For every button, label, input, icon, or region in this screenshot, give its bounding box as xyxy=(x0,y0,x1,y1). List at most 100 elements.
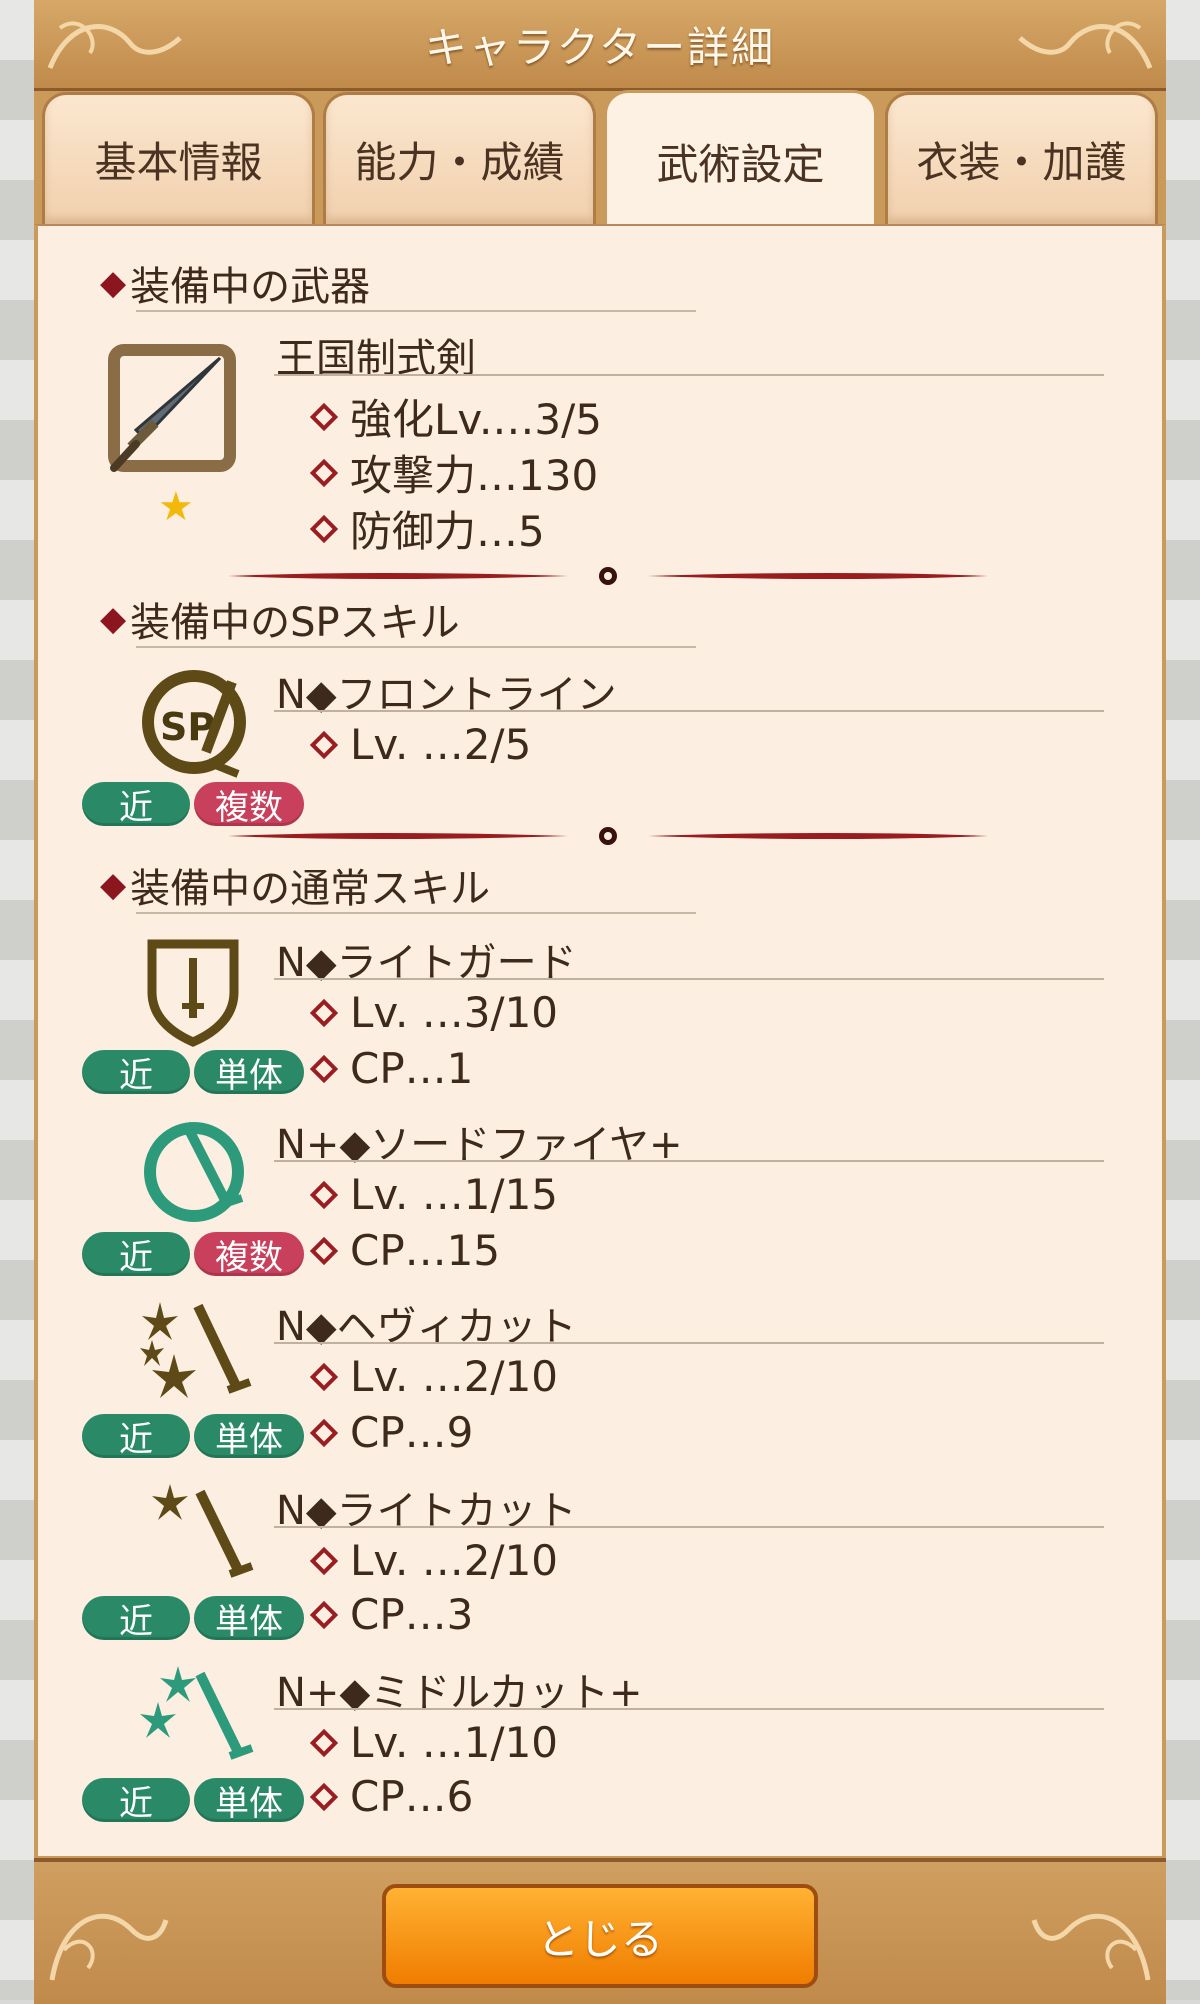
tab-martial-settings[interactable]: 武術設定 xyxy=(604,90,877,229)
stat-text: Lv. …3/10 xyxy=(350,988,559,1037)
outline-diamond-icon xyxy=(309,1180,339,1209)
skill-level: Lv. …2/10 xyxy=(309,1352,559,1401)
ornamental-divider xyxy=(228,827,988,845)
outline-diamond-icon xyxy=(309,730,339,759)
range-badge: 近 xyxy=(82,1232,190,1278)
right-ornament-background xyxy=(1160,0,1200,2000)
sword-spark-icon xyxy=(152,1484,254,1578)
item-underline xyxy=(274,1708,1104,1710)
stat-text: 防御力…5 xyxy=(350,507,545,556)
skill-icon-button[interactable] xyxy=(148,1480,258,1594)
outline-diamond-icon xyxy=(309,1546,339,1575)
diamond-icon: ◆ xyxy=(100,599,127,639)
footer-bar: とじる xyxy=(34,1858,1166,2004)
section-underline xyxy=(136,310,696,312)
stat-text: Lv. …2/5 xyxy=(350,720,532,769)
range-badge: 近 xyxy=(82,782,190,828)
stat-text: 攻撃力…130 xyxy=(350,451,599,500)
skill-icon-button[interactable] xyxy=(138,932,248,1048)
stat-text: Lv. …1/10 xyxy=(350,1718,559,1767)
cp-text: CP…15 xyxy=(350,1226,501,1275)
sword-twin-spark-icon xyxy=(140,1666,254,1760)
corner-ornament-icon xyxy=(1018,21,1153,69)
section-title-text: 装備中のSPスキル xyxy=(130,600,460,646)
skill-cp: CP…9 xyxy=(309,1408,474,1457)
skill-cp: CP…1 xyxy=(309,1044,474,1093)
tab-ability-record[interactable]: 能力・成績 xyxy=(323,92,596,224)
skill-level: Lv. …1/15 xyxy=(309,1170,559,1219)
outline-diamond-icon xyxy=(309,1782,339,1811)
corner-ornament-icon xyxy=(47,21,182,69)
diamond-icon: ◆ xyxy=(100,263,127,303)
item-underline xyxy=(274,710,1104,712)
target-badge: 単体 xyxy=(194,1050,304,1096)
section-underline xyxy=(136,646,696,648)
range-badge: 近 xyxy=(82,1596,190,1642)
outline-diamond-icon xyxy=(309,458,339,487)
outline-diamond-icon xyxy=(309,1728,339,1757)
sp-skill-icon-button[interactable]: SP xyxy=(136,664,256,784)
item-underline xyxy=(274,1526,1104,1528)
cp-text: CP…3 xyxy=(350,1590,474,1639)
skill-level: Lv. …2/10 xyxy=(309,1536,559,1585)
section-underline xyxy=(136,912,696,914)
outline-diamond-icon xyxy=(309,1418,339,1447)
range-badge: 近 xyxy=(82,1414,190,1460)
skill-icon-button[interactable] xyxy=(134,1296,254,1412)
tab-basic-info[interactable]: 基本情報 xyxy=(42,92,315,224)
item-underline xyxy=(274,1342,1104,1344)
cp-text: CP…1 xyxy=(350,1044,474,1093)
shield-sword-icon xyxy=(147,939,239,1047)
weapon-stat-attack: 攻撃力…130 xyxy=(309,442,599,503)
target-badge: 単体 xyxy=(194,1414,304,1460)
outline-diamond-icon xyxy=(309,998,339,1027)
item-underline xyxy=(274,978,1104,980)
skill-icon-button[interactable] xyxy=(138,1662,258,1776)
target-badge: 単体 xyxy=(194,1778,304,1824)
sword-ring-icon xyxy=(144,1121,244,1222)
sword-icon xyxy=(108,344,236,472)
cp-text: CP…9 xyxy=(350,1408,474,1457)
outline-diamond-icon xyxy=(309,1236,339,1265)
skill-icon-button[interactable] xyxy=(138,1114,254,1230)
target-badge: 単体 xyxy=(194,1596,304,1642)
sp-skill-level: Lv. …2/5 xyxy=(309,720,532,769)
item-underline xyxy=(274,374,1104,376)
header-bar: キャラクター詳細 xyxy=(34,0,1166,91)
outline-diamond-icon xyxy=(309,1054,339,1083)
skill-cp: CP…6 xyxy=(309,1772,474,1821)
section-title-text: 装備中の通常スキル xyxy=(130,866,491,912)
range-badge: 近 xyxy=(82,1778,190,1824)
sword-burst-icon xyxy=(140,1302,252,1398)
stat-text: 強化Lv.…3/5 xyxy=(350,395,602,444)
ornamental-divider xyxy=(228,567,988,585)
range-badge: 近 xyxy=(82,1050,190,1096)
skill-cp: CP…3 xyxy=(309,1590,474,1639)
section-title-sp-skill: ◆ 装備中のSPスキル xyxy=(100,590,460,648)
close-button[interactable]: とじる xyxy=(382,1884,818,1988)
section-title-weapon: ◆ 装備中の武器 xyxy=(100,254,370,312)
diamond-icon: ◆ xyxy=(100,865,127,905)
skill-level: Lv. …3/10 xyxy=(309,988,559,1037)
section-title-normal-skill: ◆ 装備中の通常スキル xyxy=(100,856,490,914)
stat-text: Lv. …2/10 xyxy=(350,1536,559,1585)
weapon-stat-enhance: 強化Lv.…3/5 xyxy=(309,386,602,447)
target-badge: 複数 xyxy=(194,782,304,828)
skill-level: Lv. …1/10 xyxy=(309,1718,559,1767)
item-underline xyxy=(274,1160,1104,1162)
character-detail-window: キャラクター詳細 基本情報 能力・成績 武術設定 衣装・加護 ◆ 装備中の武器 … xyxy=(34,0,1166,2004)
martial-settings-panel: ◆ 装備中の武器 ★ 王国制式剣 強化Lv.…3/5 攻撃力…130 防御力…5 xyxy=(34,224,1166,1856)
corner-ornament-icon xyxy=(49,1913,169,1981)
stat-text: Lv. …2/10 xyxy=(350,1352,559,1401)
sp-skill-icon: SP xyxy=(142,670,246,778)
weapon-icon-button[interactable] xyxy=(102,338,242,478)
cp-text: CP…6 xyxy=(350,1772,474,1821)
weapon-stat-defense: 防御力…5 xyxy=(309,498,545,559)
stat-text: Lv. …1/15 xyxy=(350,1170,559,1219)
tab-costume-blessing[interactable]: 衣装・加護 xyxy=(885,92,1158,224)
target-badge: 複数 xyxy=(194,1232,304,1278)
outline-diamond-icon xyxy=(309,1600,339,1629)
outline-diamond-icon xyxy=(309,514,339,543)
window-title: キャラクター詳細 xyxy=(424,22,776,72)
rarity-star-icon: ★ xyxy=(158,484,194,530)
